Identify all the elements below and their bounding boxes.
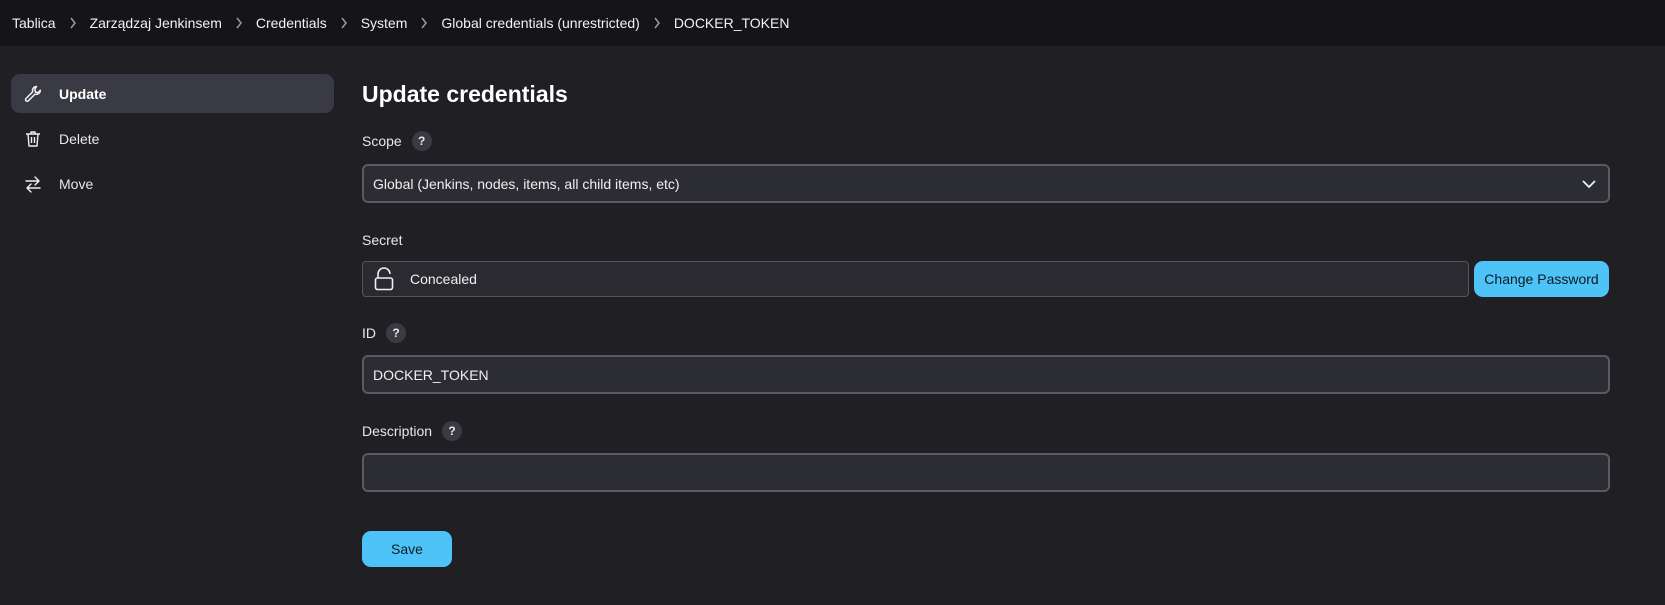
sidebar-item-delete[interactable]: Delete (11, 119, 334, 158)
breadcrumb-credentials[interactable]: Credentials (256, 15, 327, 31)
secret-label: Secret (362, 232, 403, 248)
sidebar-item-update[interactable]: Update (11, 74, 334, 113)
chevron-right-icon (327, 14, 361, 32)
id-label-row: ID ? (362, 321, 1612, 345)
breadcrumb-system[interactable]: System (361, 15, 408, 31)
secret-value: Concealed (410, 271, 477, 287)
breadcrumb-global-credentials[interactable]: Global credentials (unrestricted) (441, 15, 639, 31)
id-input[interactable]: DOCKER_TOKEN (362, 355, 1610, 394)
description-input[interactable] (362, 453, 1610, 492)
arrows-swap-icon (23, 174, 43, 194)
description-label-row: Description ? (362, 419, 1612, 443)
id-help-icon[interactable]: ? (386, 323, 406, 343)
scope-label-row: Scope ? (362, 129, 1612, 153)
description-help-icon[interactable]: ? (442, 421, 463, 441)
chevron-down-icon (1582, 176, 1596, 192)
page-title: Update credentials (362, 81, 568, 107)
chevron-right-icon (407, 14, 441, 32)
sidebar-item-label: Move (59, 175, 94, 192)
scope-help-icon[interactable]: ? (411, 131, 432, 151)
chevron-right-icon (56, 14, 90, 32)
secret-row: Concealed Change Password (362, 261, 1612, 297)
chevron-right-icon (640, 14, 674, 32)
id-input-value: DOCKER_TOKEN (373, 366, 489, 383)
id-label: ID (362, 325, 376, 341)
save-button[interactable]: Save (362, 531, 452, 567)
trash-icon (23, 129, 43, 149)
scope-label: Scope (362, 133, 402, 149)
sidebar-item-label: Update (59, 85, 107, 102)
lock-icon (373, 267, 395, 291)
breadcrumb-tablica[interactable]: Tablica (12, 15, 56, 31)
change-password-button[interactable]: Change Password (1474, 261, 1609, 297)
breadcrumb: Tablica Zarządzaj Jenkinsem Credentials … (0, 0, 1665, 46)
form-actions: Save (362, 531, 1612, 567)
sidebar: Update Delete Move (11, 74, 334, 209)
wrench-icon (23, 84, 43, 104)
breadcrumb-docker-token[interactable]: DOCKER_TOKEN (674, 15, 790, 31)
sidebar-item-move[interactable]: Move (11, 164, 334, 203)
chevron-right-icon (222, 14, 256, 32)
secret-label-row: Secret (362, 228, 1612, 252)
scope-select[interactable]: Global (Jenkins, nodes, items, all child… (362, 164, 1610, 203)
breadcrumb-manage-jenkins[interactable]: Zarządzaj Jenkinsem (90, 15, 222, 31)
description-label: Description (362, 423, 433, 439)
sidebar-item-label: Delete (59, 130, 100, 147)
scope-select-value: Global (Jenkins, nodes, items, all child… (373, 175, 680, 192)
secret-field: Concealed (362, 261, 1469, 297)
main-content: Update credentials Scope ? Global (Jenki… (362, 70, 1612, 567)
